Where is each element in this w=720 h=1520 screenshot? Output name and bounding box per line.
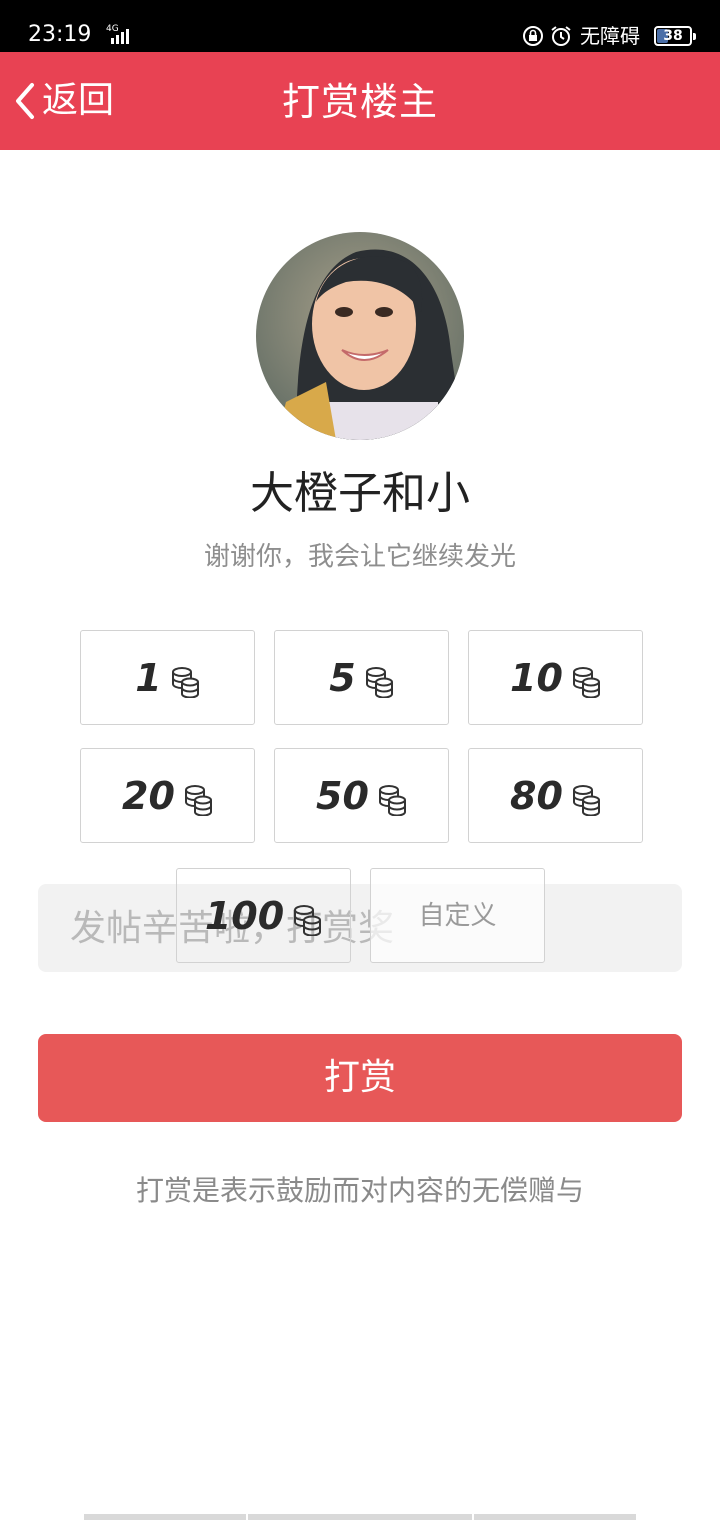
- coin-stack-icon: [378, 784, 406, 816]
- avatar-image: [256, 232, 464, 440]
- amount-option-1[interactable]: 1: [80, 630, 255, 725]
- avatar[interactable]: [256, 232, 464, 440]
- status-time: 23:19: [28, 22, 92, 47]
- coin-stack-icon: [365, 666, 393, 698]
- coin-stack-icon: [572, 784, 600, 816]
- bottom-divider: [248, 1514, 472, 1520]
- amount-option-10[interactable]: 10: [468, 630, 643, 725]
- amount-option-5[interactable]: 5: [274, 630, 449, 725]
- thanks-text: 谢谢你，我会让它继续发光: [203, 542, 516, 572]
- lock-rotation-icon: [523, 26, 543, 46]
- amount-value: 80: [510, 773, 563, 818]
- amount-option-custom[interactable]: 自定义: [370, 868, 545, 963]
- custom-amount-label: 自定义: [418, 901, 497, 931]
- page-title: 打赏楼主: [281, 80, 438, 124]
- battery-icon: 38: [654, 26, 696, 46]
- message-input[interactable]: [38, 884, 682, 972]
- amount-value: 20: [122, 773, 175, 818]
- amount-value: 10: [510, 655, 563, 700]
- reward-button[interactable]: 打赏: [38, 1034, 682, 1122]
- amount-option-100[interactable]: 100: [176, 868, 351, 963]
- app-header: 返回 打赏楼主: [0, 52, 720, 150]
- amount-value: 5: [329, 655, 356, 700]
- status-right: 无障碍 38: [522, 22, 696, 50]
- amount-value: 50: [316, 773, 369, 818]
- alarm-icon: [551, 26, 571, 46]
- amount-option-80[interactable]: 80: [468, 748, 643, 843]
- signal-icon: [111, 29, 129, 44]
- coin-stack-icon: [171, 666, 199, 698]
- coin-stack-icon: [572, 666, 600, 698]
- coin-stack-icon: [184, 784, 212, 816]
- amount-option-20[interactable]: 20: [80, 748, 255, 843]
- coin-stack-icon: [294, 904, 322, 936]
- amount-option-50[interactable]: 50: [274, 748, 449, 843]
- bottom-divider: [474, 1514, 636, 1520]
- accessibility-label: 无障碍: [580, 24, 640, 48]
- disclaimer-text: 打赏是表示鼓励而对内容的无偿赠与: [135, 1174, 584, 1207]
- status-bar: 23:19 4G 无障碍 38: [0, 0, 720, 52]
- battery-level: 38: [663, 28, 683, 44]
- amount-value: 1: [135, 655, 162, 700]
- bottom-divider: [84, 1514, 246, 1520]
- username: 大橙子和小: [250, 468, 470, 519]
- amount-value: 100: [204, 893, 285, 938]
